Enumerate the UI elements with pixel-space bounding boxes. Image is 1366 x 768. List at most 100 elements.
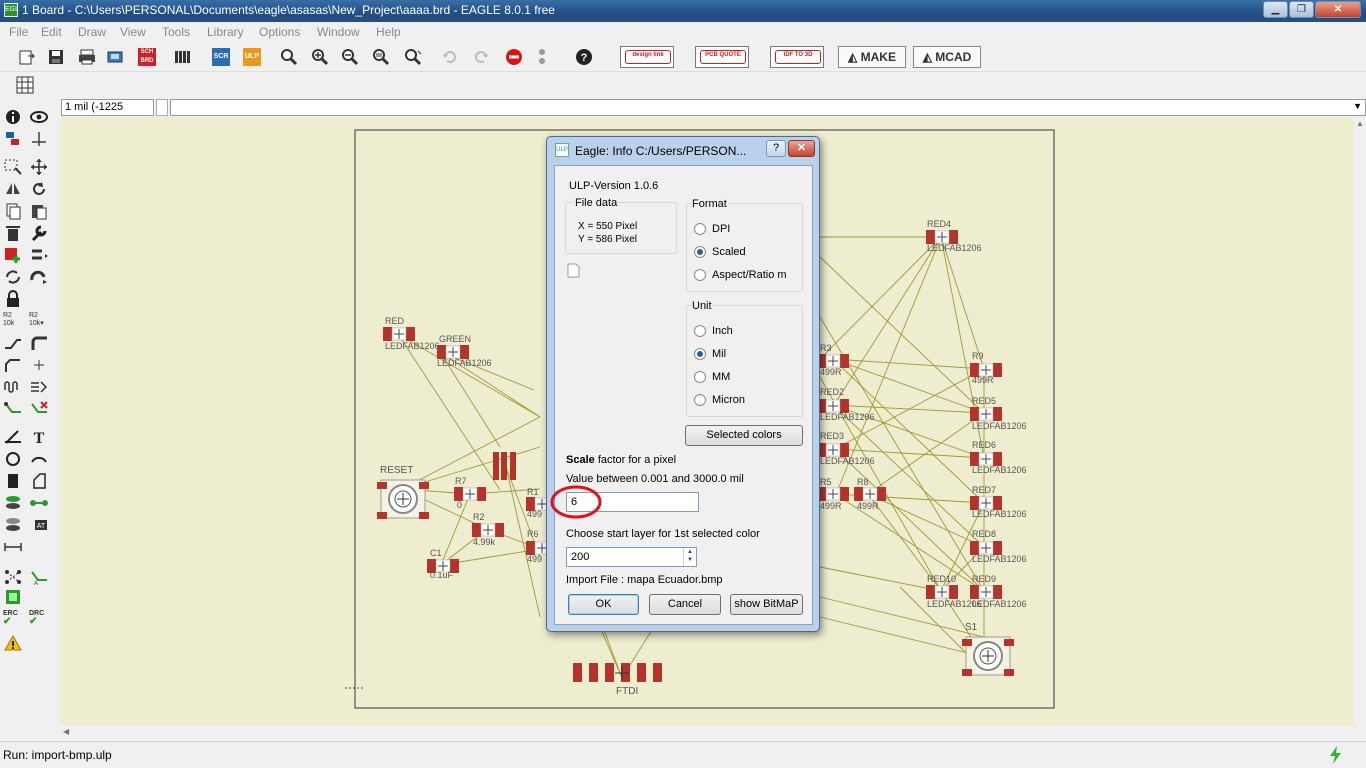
delete-icon[interactable] bbox=[3, 224, 23, 242]
format-aspect-ratio-label[interactable]: Aspect/Ratio m bbox=[712, 269, 787, 281]
via-icon[interactable] bbox=[3, 494, 23, 512]
polygon-icon[interactable] bbox=[29, 472, 49, 490]
unit-inch-radio[interactable] bbox=[694, 325, 706, 337]
help-icon[interactable]: ? bbox=[575, 48, 593, 66]
warning-icon[interactable] bbox=[3, 634, 23, 652]
menu-help[interactable]: Help bbox=[376, 25, 401, 39]
autoroute-icon[interactable] bbox=[3, 400, 23, 418]
make-button[interactable]: ◭ MAKE bbox=[838, 46, 906, 68]
menu-library[interactable]: Library bbox=[207, 25, 244, 39]
wire-icon[interactable] bbox=[3, 428, 23, 446]
command-input[interactable]: ▼ bbox=[170, 99, 1366, 116]
mcad-button[interactable]: ◭ MCAD bbox=[913, 46, 981, 68]
unit-mil-radio[interactable] bbox=[694, 348, 706, 360]
dropdown-arrow-icon[interactable]: ▼ bbox=[1353, 101, 1362, 111]
menu-edit[interactable]: Edit bbox=[41, 25, 62, 39]
lightning-icon[interactable] bbox=[1328, 746, 1344, 764]
stop-icon[interactable] bbox=[505, 48, 523, 66]
zoom-in-icon[interactable] bbox=[311, 48, 329, 66]
zoom-out-icon[interactable] bbox=[341, 48, 359, 66]
unit-mm-label[interactable]: MM bbox=[712, 371, 730, 383]
selected-colors-button[interactable]: Selected colors bbox=[685, 425, 803, 446]
ripup-icon[interactable] bbox=[29, 356, 49, 374]
menu-view[interactable]: View bbox=[120, 25, 146, 39]
zoom-select-icon[interactable] bbox=[404, 48, 422, 66]
copy-icon[interactable] bbox=[3, 202, 23, 220]
cancel-button[interactable]: Cancel bbox=[649, 594, 721, 615]
menu-window[interactable]: Window bbox=[317, 25, 360, 39]
miter-icon[interactable] bbox=[29, 334, 49, 352]
meander-icon[interactable] bbox=[3, 378, 23, 396]
grid-icon[interactable] bbox=[16, 76, 34, 94]
horizontal-scrollbar[interactable]: ◀ bbox=[60, 725, 1354, 741]
mirror-icon[interactable] bbox=[3, 180, 23, 198]
idf-to-3d-button[interactable]: IDF TO 3D bbox=[770, 46, 824, 68]
pcb-quote-button[interactable]: PCB QUOTE bbox=[695, 46, 749, 68]
dimension-icon[interactable] bbox=[3, 538, 23, 556]
split-icon[interactable] bbox=[3, 334, 23, 352]
swap-icon[interactable] bbox=[3, 268, 23, 286]
menu-draw[interactable]: Draw bbox=[78, 25, 106, 39]
text-icon[interactable]: T bbox=[29, 428, 49, 446]
show-bitmap-button[interactable]: show BitMaP bbox=[730, 594, 803, 615]
info-icon[interactable] bbox=[3, 108, 23, 126]
menu-options[interactable]: Options bbox=[259, 25, 300, 39]
save-icon[interactable] bbox=[47, 48, 65, 66]
ratsnest-icon[interactable] bbox=[3, 568, 23, 586]
drc-icon[interactable]: DRC ✔ bbox=[29, 610, 49, 628]
minimize-button[interactable]: ▁ bbox=[1263, 1, 1288, 18]
unit-mil-label[interactable]: Mil bbox=[712, 348, 726, 360]
paste-icon[interactable] bbox=[29, 202, 49, 220]
format-scaled-radio[interactable] bbox=[694, 246, 706, 258]
vertical-scrollbar[interactable]: ▲ bbox=[1354, 117, 1366, 725]
redo-icon[interactable] bbox=[472, 48, 490, 66]
dialog-close-button[interactable]: ✕ bbox=[788, 140, 815, 157]
unit-micron-label[interactable]: Micron bbox=[712, 394, 745, 406]
run-ulp-icon[interactable]: ULP bbox=[243, 48, 261, 66]
command-history-box[interactable] bbox=[156, 99, 168, 116]
go-icon[interactable] bbox=[533, 48, 551, 66]
auto-icon[interactable]: A bbox=[29, 568, 49, 586]
group-icon[interactable] bbox=[3, 158, 23, 176]
spinbox-arrows-icon[interactable]: ▲ ▼ bbox=[683, 548, 696, 566]
display-layers-icon[interactable] bbox=[3, 130, 23, 148]
name-icon[interactable]: R2 10k bbox=[3, 312, 23, 330]
ripup-all-icon[interactable] bbox=[29, 400, 49, 418]
unit-mm-radio[interactable] bbox=[694, 371, 706, 383]
menu-tools[interactable]: Tools bbox=[162, 25, 190, 39]
layers-icon[interactable] bbox=[174, 48, 192, 66]
route-icon[interactable] bbox=[3, 356, 23, 374]
move-icon[interactable] bbox=[29, 158, 49, 176]
open-icon[interactable] bbox=[18, 48, 36, 66]
format-dpi-radio[interactable] bbox=[694, 223, 706, 235]
signal-icon[interactable] bbox=[29, 494, 49, 512]
format-dpi-label[interactable]: DPI bbox=[712, 223, 730, 235]
start-layer-spinbox[interactable]: 200 bbox=[566, 547, 697, 567]
mark-icon[interactable] bbox=[29, 130, 49, 148]
zoom-redraw-icon[interactable] bbox=[372, 48, 390, 66]
add-part-icon[interactable] bbox=[3, 246, 23, 264]
attribute-icon[interactable]: AT bbox=[29, 516, 49, 534]
design-link-button[interactable]: design link bbox=[620, 46, 674, 68]
close-window-button[interactable]: ✕ bbox=[1315, 1, 1361, 18]
print-icon[interactable] bbox=[78, 48, 96, 66]
format-aspect-ratio-radio[interactable] bbox=[694, 269, 706, 281]
cam-processor-icon[interactable] bbox=[106, 48, 124, 66]
arc-icon[interactable] bbox=[29, 450, 49, 468]
circle-icon[interactable] bbox=[3, 450, 23, 468]
undo-icon[interactable] bbox=[441, 48, 459, 66]
slice-icon[interactable] bbox=[29, 378, 49, 396]
rotate-icon[interactable] bbox=[29, 180, 49, 198]
dialog-help-button[interactable]: ? bbox=[766, 140, 786, 157]
change-icon[interactable] bbox=[29, 224, 49, 242]
value-icon[interactable]: R2 10k▾ bbox=[29, 312, 49, 330]
hole-icon[interactable] bbox=[3, 516, 23, 534]
board-icon[interactable] bbox=[3, 588, 23, 606]
unit-inch-label[interactable]: Inch bbox=[712, 325, 733, 337]
unit-micron-radio[interactable] bbox=[694, 394, 706, 406]
format-scaled-label[interactable]: Scaled bbox=[712, 246, 746, 258]
scroll-up-icon[interactable]: ▲ bbox=[1356, 119, 1364, 128]
optimize-icon[interactable] bbox=[29, 268, 49, 286]
run-script-icon[interactable]: SCR bbox=[212, 48, 230, 66]
erc-icon[interactable]: ERC ✔ bbox=[3, 610, 23, 628]
